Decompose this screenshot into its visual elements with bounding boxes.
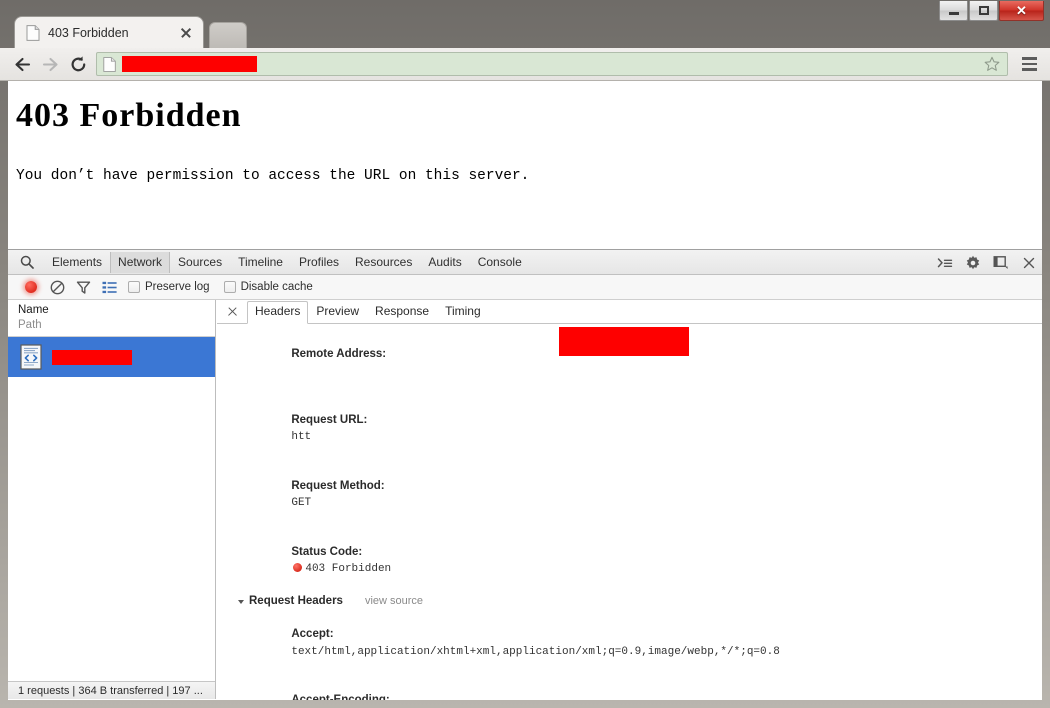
address-redaction bbox=[122, 56, 257, 72]
header-value: htt bbox=[291, 431, 312, 444]
preserve-log-label: Preserve log bbox=[145, 281, 210, 293]
settings-gear-icon[interactable] bbox=[964, 254, 982, 272]
column-header-path: Path bbox=[18, 319, 42, 331]
column-header-name: Name bbox=[18, 304, 49, 316]
devtools-tabbar-actions bbox=[936, 250, 1038, 275]
search-icon[interactable] bbox=[16, 251, 38, 273]
close-devtools-icon[interactable] bbox=[1020, 254, 1038, 272]
console-drawer-icon[interactable] bbox=[936, 254, 954, 272]
browser-tab[interactable]: 403 Forbidden bbox=[14, 16, 204, 49]
checkbox-box bbox=[128, 281, 140, 293]
dock-side-icon[interactable] bbox=[992, 254, 1010, 272]
forward-arrow-icon bbox=[42, 57, 58, 71]
tab-timing[interactable]: Timing bbox=[437, 301, 489, 323]
tab-profiles[interactable]: Profiles bbox=[291, 252, 347, 273]
headers-content: Remote Address: Request URL: htt Request… bbox=[217, 324, 1042, 700]
tab-title: 403 Forbidden bbox=[48, 26, 129, 40]
star-icon[interactable] bbox=[983, 55, 1001, 73]
browser-window: ✕ 403 Forbidden 403 Forbidden You don’t … bbox=[0, 0, 1050, 708]
close-detail-icon[interactable] bbox=[225, 304, 241, 320]
header-value: 403 Forbidden bbox=[305, 562, 392, 575]
header-key: Accept: bbox=[291, 628, 334, 641]
request-detail-panel: Headers Preview Response Timing Remote A… bbox=[217, 300, 1042, 700]
devtools-tabbar: Elements Network Sources Timeline Profil… bbox=[8, 250, 1042, 275]
clear-icon[interactable] bbox=[44, 276, 70, 298]
header-key: Accept-Encoding: bbox=[291, 694, 389, 700]
tab-preview[interactable]: Preview bbox=[308, 301, 367, 323]
page-title: 403 Forbidden bbox=[16, 97, 242, 134]
address-bar[interactable] bbox=[96, 52, 1008, 76]
chrome-menu-button[interactable] bbox=[1016, 51, 1042, 77]
header-key: Request Method: bbox=[291, 479, 385, 492]
page-body-text: You don’t have permission to access the … bbox=[16, 168, 530, 184]
section-title: Request Headers bbox=[249, 595, 343, 608]
reload-icon bbox=[71, 55, 85, 71]
filter-icon[interactable] bbox=[70, 276, 96, 298]
row-redaction bbox=[52, 349, 132, 365]
header-request-url: Request URL: htt bbox=[217, 396, 1042, 462]
header-key: Request URL: bbox=[291, 414, 368, 427]
tab-sources[interactable]: Sources bbox=[170, 252, 230, 273]
network-toolbar: Preserve log Disable cache bbox=[8, 275, 1042, 300]
back-button[interactable] bbox=[8, 50, 36, 78]
devtools-panel: Elements Network Sources Timeline Profil… bbox=[8, 249, 1042, 700]
tab-close-icon[interactable] bbox=[179, 26, 193, 40]
header-value: GET bbox=[291, 497, 312, 510]
header-key: Status Code: bbox=[291, 545, 363, 558]
tab-timeline[interactable]: Timeline bbox=[230, 252, 291, 273]
requests-columns[interactable]: Name Path bbox=[8, 300, 215, 337]
request-headers-section[interactable]: Request Headers view source bbox=[217, 593, 1042, 610]
view-source-link[interactable]: view source bbox=[365, 593, 423, 610]
record-icon[interactable] bbox=[18, 276, 44, 298]
header-accept: Accept: text/html,application/xhtml+xml,… bbox=[217, 610, 1042, 676]
network-status-bar: 1 requests | 364 B transferred | 197 ... bbox=[8, 681, 215, 699]
header-accept-encoding: Accept-Encoding: gzip,deflate,sdch bbox=[217, 676, 1042, 700]
table-row[interactable] bbox=[8, 337, 215, 377]
forward-button[interactable] bbox=[36, 50, 64, 78]
tab-strip: 403 Forbidden bbox=[0, 16, 1050, 49]
checkbox-box bbox=[223, 281, 236, 293]
reload-button[interactable] bbox=[64, 50, 92, 78]
header-value: text/html,application/xhtml+xml,applicat… bbox=[291, 645, 780, 658]
large-rows-icon[interactable] bbox=[96, 276, 122, 298]
browser-toolbar bbox=[0, 48, 1050, 81]
maximize-icon bbox=[978, 6, 989, 15]
disclosure-triangle-icon bbox=[238, 599, 244, 604]
page-icon bbox=[103, 56, 116, 72]
header-key: Remote Address: bbox=[291, 348, 387, 361]
minimize-icon bbox=[948, 12, 959, 15]
tab-elements[interactable]: Elements bbox=[44, 252, 110, 273]
tab-audits[interactable]: Audits bbox=[420, 252, 469, 273]
disable-cache-checkbox[interactable]: Disable cache bbox=[223, 281, 313, 293]
tab-network[interactable]: Network bbox=[110, 251, 171, 273]
url-redaction bbox=[559, 327, 689, 356]
tab-console[interactable]: Console bbox=[470, 252, 530, 273]
detail-tabbar: Headers Preview Response Timing bbox=[217, 300, 1042, 324]
tab-resources[interactable]: Resources bbox=[347, 252, 420, 273]
page-icon bbox=[26, 25, 40, 41]
back-arrow-icon bbox=[14, 57, 30, 71]
new-tab-button[interactable] bbox=[209, 22, 247, 49]
disable-cache-label: Disable cache bbox=[240, 281, 313, 293]
header-request-method: Request Method: GET bbox=[217, 462, 1042, 528]
tab-response[interactable]: Response bbox=[367, 301, 437, 323]
document-code-icon bbox=[20, 344, 42, 370]
preserve-log-checkbox[interactable]: Preserve log bbox=[128, 281, 210, 293]
network-body: Name Path 1 requests | 364 B transferred… bbox=[8, 300, 1042, 700]
page-viewport: 403 Forbidden You don’t have permission … bbox=[8, 81, 1042, 249]
hamburger-menu-icon bbox=[1021, 57, 1037, 60]
header-status-code: Status Code: 403 Forbidden bbox=[217, 527, 1042, 593]
tab-headers[interactable]: Headers bbox=[247, 301, 309, 324]
requests-panel: Name Path 1 requests | 364 B transferred… bbox=[8, 300, 216, 699]
status-error-dot-icon bbox=[293, 562, 303, 572]
